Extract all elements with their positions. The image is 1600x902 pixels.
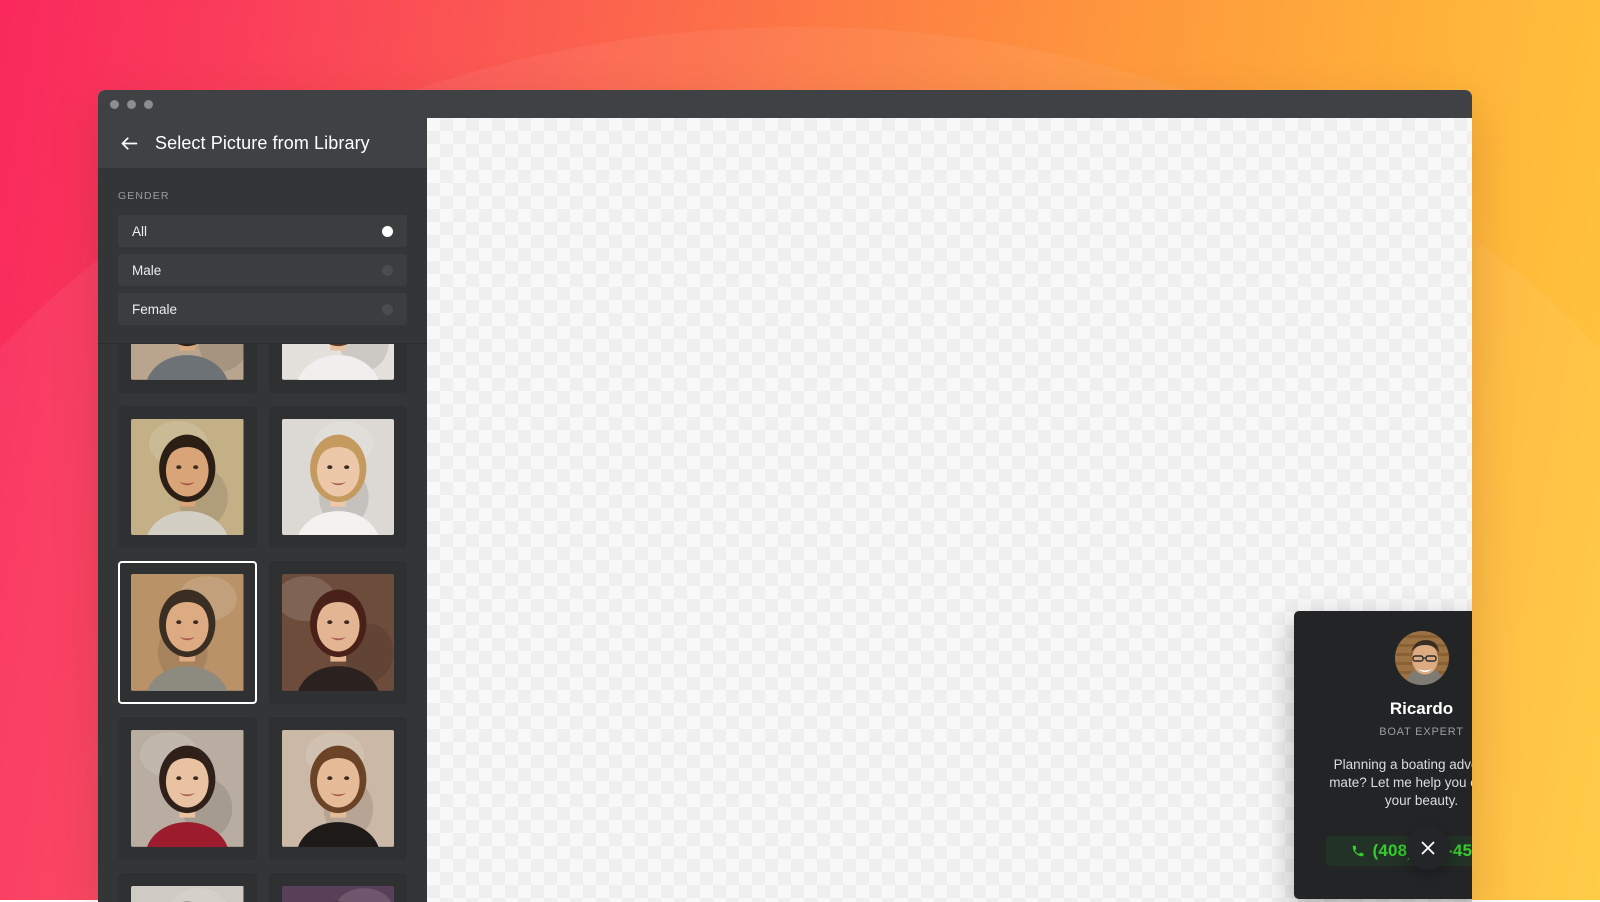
library-sidebar: Select Picture from Library GENDER All Ma… [98,118,427,902]
thumb-woman-purple-bg[interactable] [269,873,408,902]
radio-icon[interactable] [382,265,393,276]
gender-option-label: Male [132,263,161,278]
phone-icon [1351,844,1365,858]
thumbnail-scroll-container[interactable] [98,344,427,902]
thumb-woman-dark-hair[interactable] [269,561,408,704]
app-window: Select Picture from Library GENDER All Ma… [98,90,1472,902]
page-title: Select Picture from Library [155,133,370,154]
close-button[interactable] [1406,826,1450,870]
gender-filter-options: All Male Female [118,215,407,325]
gender-option-male[interactable]: Male [118,254,407,286]
expert-role: BOAT EXPERT [1379,726,1464,738]
thumbnail-image [131,344,244,380]
gender-option-label: All [132,224,147,239]
thumb-young-man-white-shirt[interactable] [118,873,257,902]
window-maximize-dot[interactable] [144,100,153,109]
thumb-woman-long-brown-hair[interactable] [269,717,408,860]
window-minimize-dot[interactable] [127,100,136,109]
window-close-dot[interactable] [110,100,119,109]
expert-message: Planning a boating adventure mate? Let m… [1316,756,1472,810]
radio-icon[interactable] [382,304,393,315]
thumb-woman-red-sweater[interactable] [118,717,257,860]
radio-icon[interactable] [382,226,393,237]
thumbnail-image [282,344,395,380]
gender-option-female[interactable]: Female [118,293,407,325]
thumbnail-image [282,574,395,691]
partial-thumb-2[interactable] [269,344,408,393]
thumbnail-image [131,730,244,847]
thumbnail-image [282,730,395,847]
expert-name: Ricardo [1390,699,1453,719]
gender-filter-label: GENDER [118,190,407,202]
avatar [1395,631,1449,685]
thumbnail-image [131,574,244,691]
gender-option-label: Female [132,302,177,317]
thumb-man-glasses-brick[interactable] [118,561,257,704]
thumbnail-image [131,419,244,536]
thumbnail-image [282,419,395,536]
thumb-blonde-woman[interactable] [269,406,408,549]
gender-option-all[interactable]: All [118,215,407,247]
call-expert-button[interactable]: (408) 123-4567 [1326,836,1473,866]
arrow-left-icon[interactable] [118,132,140,154]
thumbnail-grid [98,344,427,902]
sidebar-header: Select Picture from Library [98,118,427,168]
gender-filter-panel: GENDER All Male Female [98,168,427,344]
partial-thumb-1[interactable] [118,344,257,393]
window-titlebar [98,90,1472,118]
thumb-bearded-man-glasses[interactable] [118,406,257,549]
